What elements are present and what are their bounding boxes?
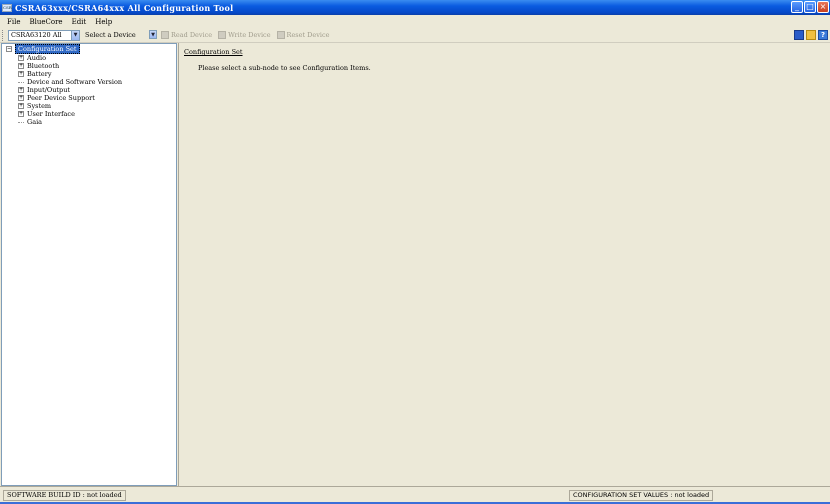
menu-help[interactable]: Help	[95, 18, 112, 26]
tree-leaf-line	[18, 81, 24, 83]
tree-root-label[interactable]: Configuration Set	[15, 44, 80, 54]
minimize-button[interactable]: _	[791, 1, 803, 13]
device-select-value: Select a Device	[85, 31, 136, 39]
write-device-label: Write Device	[228, 31, 271, 39]
app-icon: CSR	[2, 3, 12, 12]
tree-item-label[interactable]: Gaia	[27, 118, 42, 126]
device-type-value: CSRA63120 All	[11, 31, 62, 39]
expand-icon[interactable]: +	[18, 87, 24, 93]
tree-item-peer-device-support[interactable]: + Peer Device Support	[18, 94, 95, 102]
tree-root[interactable]: − Configuration Set	[6, 44, 80, 54]
tree-item-gaia[interactable]: Gaia	[18, 118, 42, 126]
write-device-button[interactable]: Write Device	[218, 31, 271, 39]
configuration-tree[interactable]: − Configuration Set + Audio + Bluetooth …	[1, 43, 177, 486]
toolbar-right-icons: ?	[794, 30, 828, 40]
write-device-icon	[218, 31, 227, 39]
content-title: Configuration Set	[184, 48, 243, 56]
tree-item-label[interactable]: User Interface	[27, 110, 75, 118]
status-software-build: SOFTWARE BUILD ID : not loaded	[3, 490, 126, 501]
tree-item-label[interactable]: System	[27, 102, 51, 110]
chevron-down-icon[interactable]: ▼	[149, 29, 157, 39]
chevron-down-icon[interactable]: ▼	[71, 30, 79, 40]
folder-open-icon[interactable]	[806, 30, 816, 40]
tree-item-label[interactable]: Device and Software Version	[27, 78, 122, 86]
close-button[interactable]: ×	[817, 1, 829, 13]
content-panel: Configuration Set Please select a sub-no…	[178, 43, 830, 486]
status-config-set-values: CONFIGURATION SET VALUES : not loaded	[569, 490, 714, 501]
device-type-combo[interactable]: CSRA63120 All ▼	[8, 29, 80, 41]
tree-item-label[interactable]: Battery	[27, 70, 52, 78]
read-device-button[interactable]: Read Device	[161, 31, 212, 39]
expand-icon[interactable]: +	[18, 71, 24, 77]
tree-item-bluetooth[interactable]: + Bluetooth	[18, 62, 59, 70]
read-device-icon	[161, 31, 169, 39]
expand-icon[interactable]: +	[18, 103, 24, 109]
tree-item-device-and-software-version[interactable]: Device and Software Version	[18, 78, 122, 86]
tree-item-input-output[interactable]: + Input/Output	[18, 86, 70, 94]
tree-item-audio[interactable]: + Audio	[18, 54, 46, 62]
tree-leaf-line	[18, 121, 24, 123]
window-title: CSRA63xxx/CSRA64xxx All Configuration To…	[15, 2, 234, 13]
collapse-icon[interactable]: −	[6, 46, 12, 52]
menu-edit[interactable]: Edit	[72, 18, 87, 26]
expand-icon[interactable]: +	[18, 111, 24, 117]
expand-icon[interactable]: +	[18, 95, 24, 101]
tree-item-label[interactable]: Audio	[27, 54, 46, 62]
content-message: Please select a sub-node to see Configur…	[198, 64, 371, 72]
reset-device-button[interactable]: Reset Device	[276, 31, 330, 39]
reset-device-icon	[276, 31, 285, 39]
tree-item-battery[interactable]: + Battery	[18, 70, 52, 78]
tree-item-label[interactable]: Bluetooth	[27, 62, 59, 70]
menu-bar: File BlueCore Edit Help	[0, 15, 830, 28]
menu-file[interactable]: File	[7, 18, 20, 26]
tree-item-label[interactable]: Peer Device Support	[27, 94, 95, 102]
menu-bluecore[interactable]: BlueCore	[29, 18, 62, 26]
status-bar: SOFTWARE BUILD ID : not loaded CONFIGURA…	[0, 486, 830, 504]
save-icon[interactable]	[794, 30, 804, 40]
device-select-combo[interactable]: Select a Device ▼	[83, 29, 157, 41]
tree-item-label[interactable]: Input/Output	[27, 86, 70, 94]
title-bar: CSR CSRA63xxx/CSRA64xxx All Configuratio…	[0, 0, 830, 15]
maximize-button[interactable]: □	[804, 1, 816, 13]
expand-icon[interactable]: +	[18, 55, 24, 61]
toolbar-grip[interactable]	[2, 29, 5, 41]
tree-item-system[interactable]: + System	[18, 102, 51, 110]
toolbar: CSRA63120 All ▼ Select a Device ▼ Read D…	[0, 28, 830, 43]
tree-item-user-interface[interactable]: + User Interface	[18, 110, 75, 118]
window-controls: _ □ ×	[791, 1, 829, 13]
expand-icon[interactable]: +	[18, 63, 24, 69]
help-icon[interactable]: ?	[818, 30, 828, 40]
reset-device-label: Reset Device	[286, 31, 330, 39]
read-device-label: Read Device	[171, 31, 213, 39]
